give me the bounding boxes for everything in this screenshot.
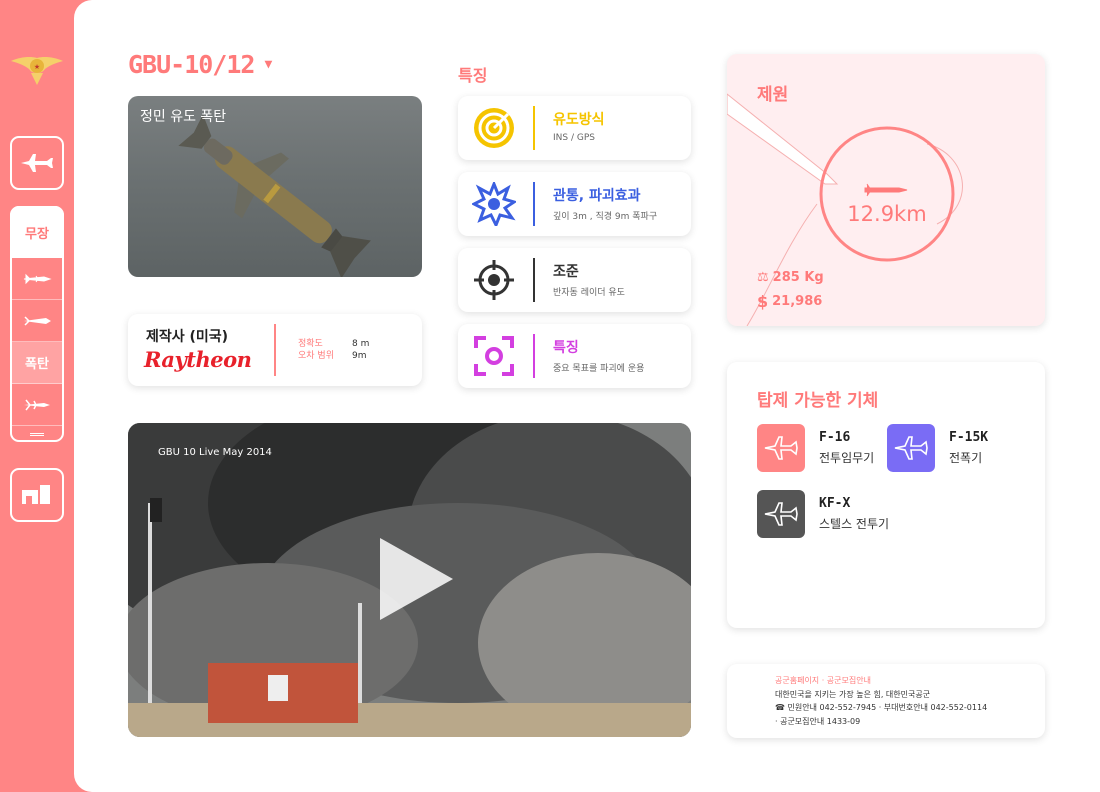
footer-contact: ☎ 민원안내 042-552-7945 · 부대번호안내 042-552-011… xyxy=(775,703,988,712)
feature-bar xyxy=(533,182,535,226)
jet-icon xyxy=(757,490,805,538)
svg-text:★: ★ xyxy=(34,63,40,71)
aircraft-type: 전폭기 xyxy=(949,451,983,465)
jet-icon xyxy=(757,424,805,472)
stat-key: 오차 범위 xyxy=(298,351,334,361)
sub-item-cruise-missile[interactable] xyxy=(12,300,62,342)
feature-card-penetration: 관통, 파괴효과 깊이 3m , 직경 9m 폭파구 xyxy=(458,172,691,236)
manufacturer-label: 제작사 (미국) xyxy=(146,329,229,345)
feature-card-aiming: 조준 반자동 레이더 유도 xyxy=(458,248,691,312)
aircraft-heading: 탑제 가능한 기체 xyxy=(757,391,879,411)
raytheon-logo: Raytheon xyxy=(144,347,252,372)
target-rings-icon xyxy=(470,104,518,152)
features-heading: 특징 xyxy=(458,66,488,85)
facility-icon xyxy=(22,485,50,504)
armament-menu: 무장 폭탄 xyxy=(10,206,64,442)
feature-bar xyxy=(533,334,535,378)
specs-card: 제원 12.9km ⚖ 285 Kg $ 21,986 xyxy=(727,54,1045,326)
range-circle: 12.9km xyxy=(807,114,967,274)
price-value: 21,986 xyxy=(772,294,823,309)
fighter-jet-icon xyxy=(21,154,53,172)
crosshair-icon xyxy=(470,256,518,304)
specs-heading: 제원 xyxy=(757,85,789,105)
aircraft-name: F-15K xyxy=(949,430,989,445)
feature-bar xyxy=(533,106,535,150)
explosion-icon xyxy=(470,180,518,228)
rocket-icon xyxy=(24,399,50,410)
weight-value: 285 Kg xyxy=(772,270,824,285)
feature-desc: 반자동 레이더 유도 xyxy=(553,288,625,298)
sub-item-bomb[interactable]: 폭탄 xyxy=(12,342,62,384)
bomb-photo: 정민 유도 폭탄 xyxy=(128,96,422,277)
aircraft-item-f15k[interactable]: F-15K 전폭기 xyxy=(887,424,988,472)
aircraft-name: F-16 xyxy=(819,430,851,445)
range-ring xyxy=(819,126,955,262)
caret-down-icon: ▼ xyxy=(264,57,272,72)
aircraft-type: 스텔스 전투기 xyxy=(819,517,890,531)
weapon-title: GBU-10/12 xyxy=(128,50,255,79)
aircraft-name: KF-X xyxy=(819,496,851,511)
feature-title: 특징 xyxy=(553,340,579,356)
jet-icon xyxy=(887,424,935,472)
accuracy-stats: 정확도 8 m 오차 범위 9m xyxy=(298,338,369,362)
feature-desc: INS / GPS xyxy=(553,133,595,143)
feature-title: 관통, 파괴효과 xyxy=(553,188,641,204)
footer-text: 공군홈페이지 · 공군모집안내 대한민국을 지키는 가장 높은 힘, 대한민국공… xyxy=(775,674,987,728)
divider xyxy=(274,324,276,376)
focus-icon xyxy=(470,332,518,380)
feature-desc: 깊이 3m , 직경 9m 폭파구 xyxy=(553,212,658,222)
price-row: $ 21,986 xyxy=(757,292,822,311)
armament-tab[interactable]: 무장 xyxy=(10,206,64,258)
bomb-caption: 정민 유도 폭탄 xyxy=(140,109,227,125)
feature-desc: 중요 목표를 파괴에 운용 xyxy=(553,364,645,374)
footer-card: 공군홈페이지 · 공군모집안내 대한민국을 지키는 가장 높은 힘, 대한민국공… xyxy=(727,664,1045,738)
weight-icon: ⚖ xyxy=(757,270,769,285)
stat-value: 8 m xyxy=(352,339,370,349)
facility-nav-button[interactable] xyxy=(10,468,64,522)
aircraft-type: 전투임무기 xyxy=(819,451,875,465)
feature-title: 유도방식 xyxy=(553,112,605,128)
feature-title: 조준 xyxy=(553,264,579,280)
more-indicator xyxy=(30,433,44,436)
aircraft-item-kfx[interactable]: KF-X 스텔스 전투기 xyxy=(757,490,889,538)
weight-row: ⚖ 285 Kg xyxy=(757,270,824,285)
stat-value: 9m xyxy=(352,351,367,361)
manufacturer-card: 제작사 (미국) Raytheon 정확도 8 m 오차 범위 9m xyxy=(128,314,422,386)
footer-slogan: 대한민국을 지키는 가장 높은 힘, 대한민국공군 xyxy=(775,689,931,699)
sub-item-rocket[interactable] xyxy=(12,384,62,426)
missile-icon xyxy=(23,273,52,284)
footer-recruit: · 공군모집안내 1433-09 xyxy=(775,716,861,726)
cruise-missile-icon xyxy=(24,315,51,326)
dollar-icon: $ xyxy=(757,292,769,311)
sub-item-missile[interactable] xyxy=(12,258,62,300)
weapon-selector[interactable]: GBU-10/12 ▼ xyxy=(128,50,272,79)
aircraft-item-f16[interactable]: F-16 전투임무기 xyxy=(757,424,874,472)
aircraft-nav-button[interactable] xyxy=(10,136,64,190)
sidebar: ★ 무장 폭탄 xyxy=(0,0,74,792)
feature-card-special: 특징 중요 목표를 파괴에 운용 xyxy=(458,324,691,388)
stat-key: 정확도 xyxy=(298,339,323,349)
air-force-emblem-icon: ★ xyxy=(11,57,63,85)
feature-bar xyxy=(533,258,535,302)
video-player[interactable]: GBU 10 Live May 2014 xyxy=(128,423,691,737)
video-caption: GBU 10 Live May 2014 xyxy=(158,447,272,458)
footer-links[interactable]: 공군홈페이지 · 공군모집안내 xyxy=(775,674,987,688)
compatible-aircraft-card: 탑제 가능한 기체 F-16 전투임무기 F-15K 전폭기 KF-X 스텔스 … xyxy=(727,362,1045,628)
play-button[interactable] xyxy=(392,423,482,737)
range-value: 12.9km xyxy=(847,202,927,226)
feature-card-guidance: 유도방식 INS / GPS xyxy=(458,96,691,160)
